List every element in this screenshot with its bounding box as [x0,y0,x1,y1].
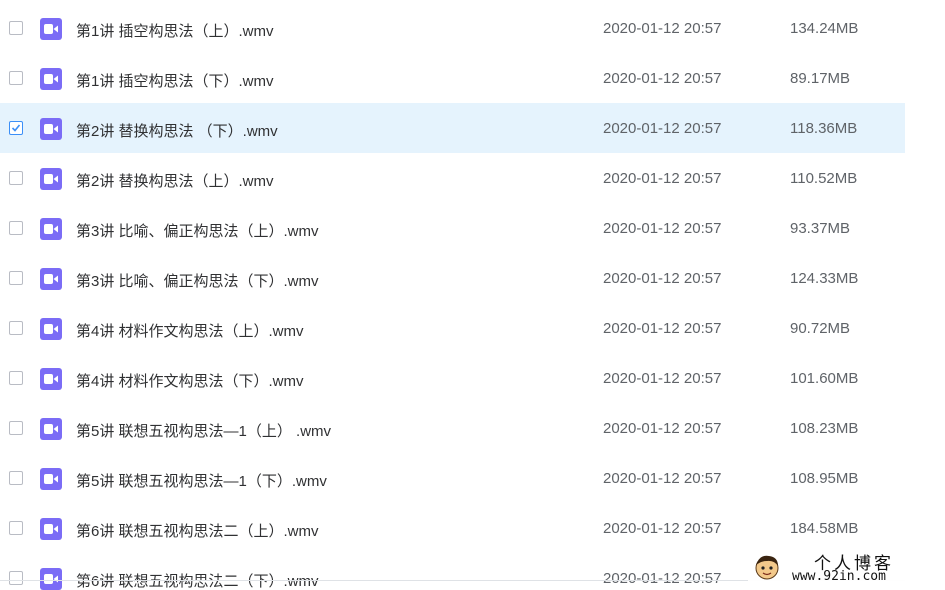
file-date: 2020-01-12 20:57 [603,120,722,137]
file-date: 2020-01-12 20:57 [603,20,722,37]
file-name[interactable]: 第3讲 比喻、偏正构思法（上）.wmv [76,220,319,241]
file-size: 110.52MB [790,170,858,187]
row-checkbox[interactable] [9,21,23,35]
video-file-icon [40,318,62,340]
file-row[interactable]: 第5讲 联想五视构思法—1（上） .wmv 2020-01-12 20:57 1… [0,403,905,453]
file-size: 134.24MB [790,20,859,37]
file-row-selected[interactable]: 第2讲 替换构思法 （下）.wmv 2020-01-12 20:57 118.3… [0,103,905,153]
row-checkbox[interactable] [9,421,23,435]
video-file-icon [40,18,62,40]
file-size: 90.72MB [790,320,851,337]
file-name[interactable]: 第2讲 替换构思法 （下）.wmv [76,120,278,141]
file-row[interactable]: 第5讲 联想五视构思法—1（下）.wmv 2020-01-12 20:57 10… [0,453,905,503]
file-size: 118.36MB [790,120,858,137]
file-row[interactable]: 第3讲 比喻、偏正构思法（上）.wmv 2020-01-12 20:57 93.… [0,203,905,253]
row-checkbox[interactable] [9,521,23,535]
file-size: 108.95MB [790,470,859,487]
file-name[interactable]: 第5讲 联想五视构思法—1（下）.wmv [76,470,327,491]
file-name[interactable]: 第5讲 联想五视构思法—1（上） .wmv [76,420,331,441]
file-row[interactable]: 第4讲 材料作文构思法（上）.wmv 2020-01-12 20:57 90.7… [0,303,905,353]
row-checkbox[interactable] [9,371,23,385]
file-date: 2020-01-12 20:57 [603,220,722,237]
file-row[interactable]: 第1讲 插空构思法（下）.wmv 2020-01-12 20:57 89.17M… [0,53,905,103]
video-file-icon [40,418,62,440]
check-icon [11,124,21,132]
row-checkbox[interactable] [9,571,23,585]
file-size: 93.37MB [790,220,851,237]
row-checkbox[interactable] [9,471,23,485]
file-size: 124.33MB [790,270,859,287]
file-row[interactable]: 第4讲 材料作文构思法（下）.wmv 2020-01-12 20:57 101.… [0,353,905,403]
row-checkbox[interactable] [9,71,23,85]
file-name[interactable]: 第4讲 材料作文构思法（下）.wmv [76,370,304,391]
file-size: 184.58MB [790,520,859,537]
file-date: 2020-01-12 20:57 [603,370,722,387]
video-file-icon [40,368,62,390]
file-name[interactable]: 第1讲 插空构思法（下）.wmv [76,70,274,91]
cartoon-avatar-icon [755,555,779,580]
video-file-icon [40,268,62,290]
row-checkbox-checked[interactable] [9,121,23,135]
file-date: 2020-01-12 20:57 [603,270,722,287]
video-file-icon [40,468,62,490]
file-row[interactable]: 第2讲 替换构思法（上）.wmv 2020-01-12 20:57 110.52… [0,153,905,203]
file-name[interactable]: 第2讲 替换构思法（上）.wmv [76,170,274,191]
row-checkbox[interactable] [9,271,23,285]
file-size: 101.60MB [790,370,859,387]
video-file-icon [40,568,62,590]
file-date: 2020-01-12 20:57 [603,170,722,187]
file-list: 第1讲 插空构思法（上）.wmv 2020-01-12 20:57 134.24… [0,0,905,590]
file-size: 108.23MB [790,420,859,437]
video-file-icon [40,218,62,240]
file-name[interactable]: 第6讲 联想五视构思法二（上）.wmv [76,520,319,541]
row-checkbox[interactable] [9,221,23,235]
file-date: 2020-01-12 20:57 [603,320,722,337]
video-file-icon [40,168,62,190]
file-date: 2020-01-12 20:57 [603,570,722,587]
video-file-icon [40,518,62,540]
file-row[interactable]: 第6讲 联想五视构思法二（上）.wmv 2020-01-12 20:57 184… [0,503,905,553]
file-row[interactable]: 第1讲 插空构思法（上）.wmv 2020-01-12 20:57 134.24… [0,3,905,53]
file-date: 2020-01-12 20:57 [603,420,722,437]
file-date: 2020-01-12 20:57 [603,70,722,87]
file-date: 2020-01-12 20:57 [603,470,722,487]
file-row[interactable]: 第3讲 比喻、偏正构思法（下）.wmv 2020-01-12 20:57 124… [0,253,905,303]
file-name[interactable]: 第4讲 材料作文构思法（上）.wmv [76,320,304,341]
file-name[interactable]: 第3讲 比喻、偏正构思法（下）.wmv [76,270,319,291]
video-file-icon [40,68,62,90]
file-date: 2020-01-12 20:57 [603,520,722,537]
row-checkbox[interactable] [9,171,23,185]
watermark-url: www.92in.com [792,569,886,584]
file-name[interactable]: 第1讲 插空构思法（上）.wmv [76,20,274,41]
row-checkbox[interactable] [9,321,23,335]
blog-watermark: 个人博客 www.92in.com [748,548,943,586]
file-size: 89.17MB [790,70,851,87]
video-file-icon [40,118,62,140]
